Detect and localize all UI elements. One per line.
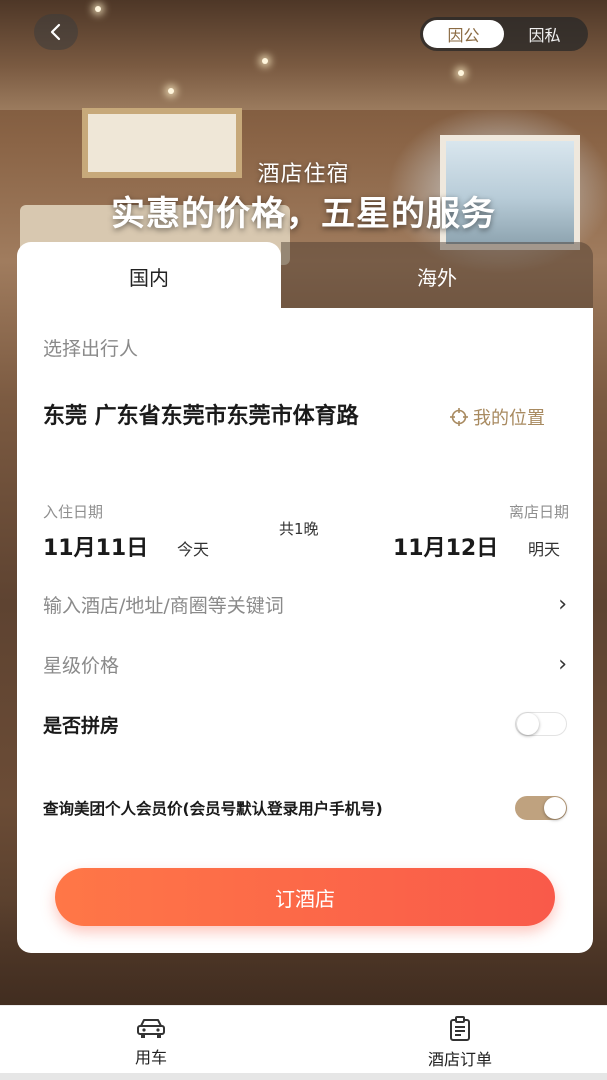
member-price-label: 查询美团个人会员价(会员号默认登录用户手机号) <box>43 800 383 818</box>
book-hotel-button[interactable]: 订酒店 <box>55 868 555 926</box>
checkout-date[interactable]: 11月12日 <box>393 530 498 562</box>
traveler-selector[interactable]: 选择出行人 <box>43 334 138 361</box>
chevron-left-icon <box>50 23 61 41</box>
nav-hotel-orders-label: 酒店订单 <box>427 1050 492 1069</box>
checkin-date[interactable]: 11月11日 <box>43 530 148 562</box>
checkin-relative: 今天 <box>177 540 210 559</box>
destination-location[interactable]: 东莞 广东省东莞市东莞市体育路 <box>43 400 403 433</box>
share-room-row: 是否拼房 <box>43 704 567 744</box>
switch-knob <box>517 713 539 735</box>
back-button[interactable] <box>34 14 78 50</box>
checkin-label: 入住日期 <box>43 503 104 521</box>
tab-domestic[interactable]: 国内 <box>17 242 281 310</box>
nav-car[interactable]: 用车 <box>91 1016 211 1068</box>
ceiling-light <box>262 58 268 64</box>
keyword-input[interactable]: 输入酒店/地址/商圈等关键词 <box>43 591 284 618</box>
hero-title: 实惠的价格，五星的服务 <box>111 194 496 234</box>
share-room-switch[interactable] <box>515 712 567 736</box>
ceiling-light <box>458 70 464 76</box>
crosshair-icon <box>450 408 468 426</box>
system-bottom-bar <box>0 1073 607 1080</box>
tab-overseas[interactable]: 海外 <box>281 242 593 310</box>
my-location-label: 我的位置 <box>473 408 545 429</box>
chevron-right-icon: › <box>558 651 567 677</box>
chevron-right-icon: › <box>558 591 567 617</box>
member-price-row: 查询美团个人会员价(会员号默认登录用户手机号) <box>43 788 567 828</box>
checkout-label: 离店日期 <box>508 503 569 521</box>
hero-subtitle: 酒店住宿 <box>257 162 350 187</box>
checkout-relative: 明天 <box>528 540 561 559</box>
nav-car-label: 用车 <box>134 1048 167 1067</box>
member-price-switch[interactable] <box>515 796 567 820</box>
hotel-search-card: 选择出行人 东莞 广东省东莞市东莞市体育路 我的位置 入住日期 离店日期 11月… <box>17 308 593 953</box>
clipboard-icon <box>450 1016 470 1041</box>
nav-hotel-orders[interactable]: 酒店订单 <box>400 1016 520 1070</box>
keyword-search-row[interactable]: 输入酒店/地址/商圈等关键词 › <box>43 584 567 624</box>
region-tabs: 国内 海外 <box>17 242 593 310</box>
toggle-private[interactable]: 因私 <box>504 20 585 48</box>
my-location-button[interactable]: 我的位置 <box>449 404 545 430</box>
nights-count: 共1晚 <box>279 520 319 538</box>
toggle-business[interactable]: 因公 <box>423 20 504 48</box>
car-icon <box>137 1019 165 1038</box>
switch-knob <box>544 797 566 819</box>
share-room-label: 是否拼房 <box>43 714 120 737</box>
star-price-label: 星级价格 <box>43 654 120 677</box>
business-private-toggle[interactable]: 因公 因私 <box>420 17 588 51</box>
ceiling-light <box>168 88 174 94</box>
star-price-row[interactable]: 星级价格 › <box>43 644 567 684</box>
ceiling-light <box>95 6 101 12</box>
bottom-nav: 用车 酒店订单 <box>0 1005 607 1080</box>
